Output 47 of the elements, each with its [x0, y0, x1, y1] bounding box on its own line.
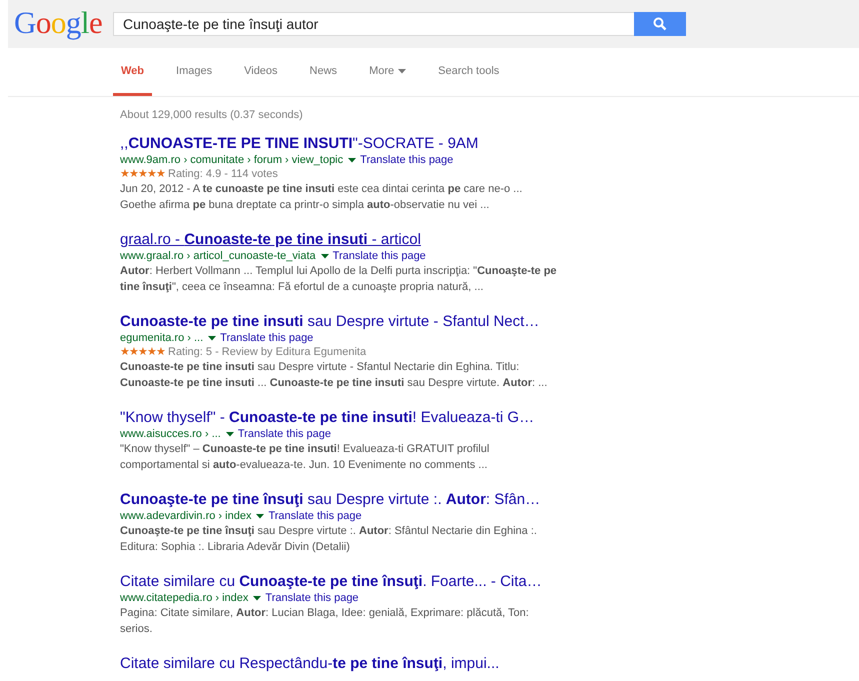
- dropdown-arrow-icon[interactable]: [256, 514, 264, 518]
- result-url: www.aisucces.ro › ...: [120, 427, 221, 441]
- result-title-link[interactable]: ,,CUNOASTE-TE PE TINE INSUTI"-SOCRATE - 9AM: [120, 135, 580, 153]
- rating-text: Rating: 5 - Review by Editura Egumenita: [168, 345, 366, 359]
- nav-tab[interactable]: Search tools: [430, 48, 508, 96]
- result-title-link[interactable]: Cunoaşte-te pe tine însuţi sau Despre virtute :. Autor: Sfân…: [120, 491, 580, 509]
- translate-link[interactable]: Translate this page: [268, 509, 362, 523]
- result-url: www.citatepedia.ro › index: [120, 591, 248, 605]
- result-snippet: Pagina: Citate similare, Autor: Lucian Blaga, Idee: genială, Exprimare: plăcută, Ton: serios.: [120, 606, 530, 637]
- caret-icon: [398, 68, 406, 74]
- rating-text: Rating: 4.9 - 114 votes: [168, 167, 278, 181]
- google-logo[interactable]: Google: [14, 6, 113, 38]
- result-title-link[interactable]: graal.ro - Cunoaste-te pe tine insuti - articol: [120, 231, 580, 249]
- star-rating: ★★★★★: [120, 167, 165, 181]
- search-field[interactable]: Cunoaşte-te pe tine însuţi autor: [113, 12, 634, 36]
- result-title-link[interactable]: "Know thyself" - Cunoaste-te pe tine insuti! Evalueaza-ti G…: [120, 409, 580, 427]
- result-url: www.9am.ro › comunitate › forum › view_topic: [120, 153, 344, 167]
- translate-link[interactable]: Translate this page: [265, 591, 359, 605]
- dropdown-arrow-icon[interactable]: [226, 432, 234, 436]
- translate-link[interactable]: Translate this page: [332, 249, 426, 263]
- result-snippet: Autor: Herbert Vollmann ... Templul lui Apollo de la Delfi purta inscripţia: "Cunoaşte-te pe tine însuţi", ceea ce înseamna: Fă efortul de a cunoaşte propria natură, ...: [120, 264, 558, 295]
- nav-tab[interactable]: News: [302, 48, 346, 96]
- translate-link[interactable]: Translate this page: [238, 427, 332, 441]
- result-snippet: Cunoaşte-te pe tine însuţi sau Despre virtute :. Autor: Sfântul Nectarie din Eghina :. Editura: Sophia :. Libraria Adevăr Divin (Detalii): [120, 524, 538, 555]
- dropdown-arrow-icon[interactable]: [253, 596, 262, 600]
- dropdown-arrow-icon[interactable]: [320, 254, 329, 258]
- nav-tab[interactable]: Videos: [236, 48, 286, 96]
- result-url: www.adevardivin.ro › index: [120, 509, 252, 523]
- search-icon: [653, 17, 667, 31]
- result-title-link[interactable]: Citate similare cu Cunoaşte-te pe tine însuţi. Foarte... - Cita…: [120, 573, 580, 591]
- result-url: egumenita.ro › ...: [120, 331, 204, 345]
- result-stats: About 129,000 results (0.37 seconds): [120, 109, 304, 121]
- result-url: www.graal.ro › articol_cunoaste-te_viata: [120, 249, 316, 263]
- dropdown-arrow-icon[interactable]: [348, 158, 356, 162]
- result-title-link[interactable]: Cunoaste-te pe tine insuti sau Despre virtute - Sfantul Nect…: [120, 313, 580, 331]
- nav-tab[interactable]: More: [361, 48, 414, 96]
- star-rating: ★★★★★: [120, 345, 165, 359]
- nav-tab[interactable]: Images: [168, 48, 220, 96]
- result-snippet: Jun 20, 2012 - A te cunoaste pe tine insuti este cea dintai cerinta pe care ne-o ... Goethe afirma pe buna dreptate ca printr-o simpla auto-observatie nu vei ...: [120, 182, 524, 213]
- result-title-link[interactable]: Citate similare cu Respectându-te pe tine însuţi, impui...: [120, 655, 580, 673]
- dropdown-arrow-icon[interactable]: [208, 336, 216, 340]
- result-snippet: Cunoaste-te pe tine insuti sau Despre virtute - Sfantul Nectarie din Eghina. Titlu: Cunoaste-te pe tine insuti ... Cunoaste-te pe tine insuti sau Despre virtute. Autor: ...: [120, 360, 548, 391]
- result-snippet: "Know thyself" – Cunoaste-te pe tine insuti! Evalueaza-ti GRATUIT profilul comportamental si auto-evalueaza-te. Jun. 10 Evenimente no comments ...: [120, 442, 490, 473]
- search-button[interactable]: [634, 12, 686, 36]
- nav-tab[interactable]: Web: [113, 48, 152, 96]
- translate-link[interactable]: Translate this page: [360, 153, 454, 167]
- translate-link[interactable]: Translate this page: [220, 331, 314, 345]
